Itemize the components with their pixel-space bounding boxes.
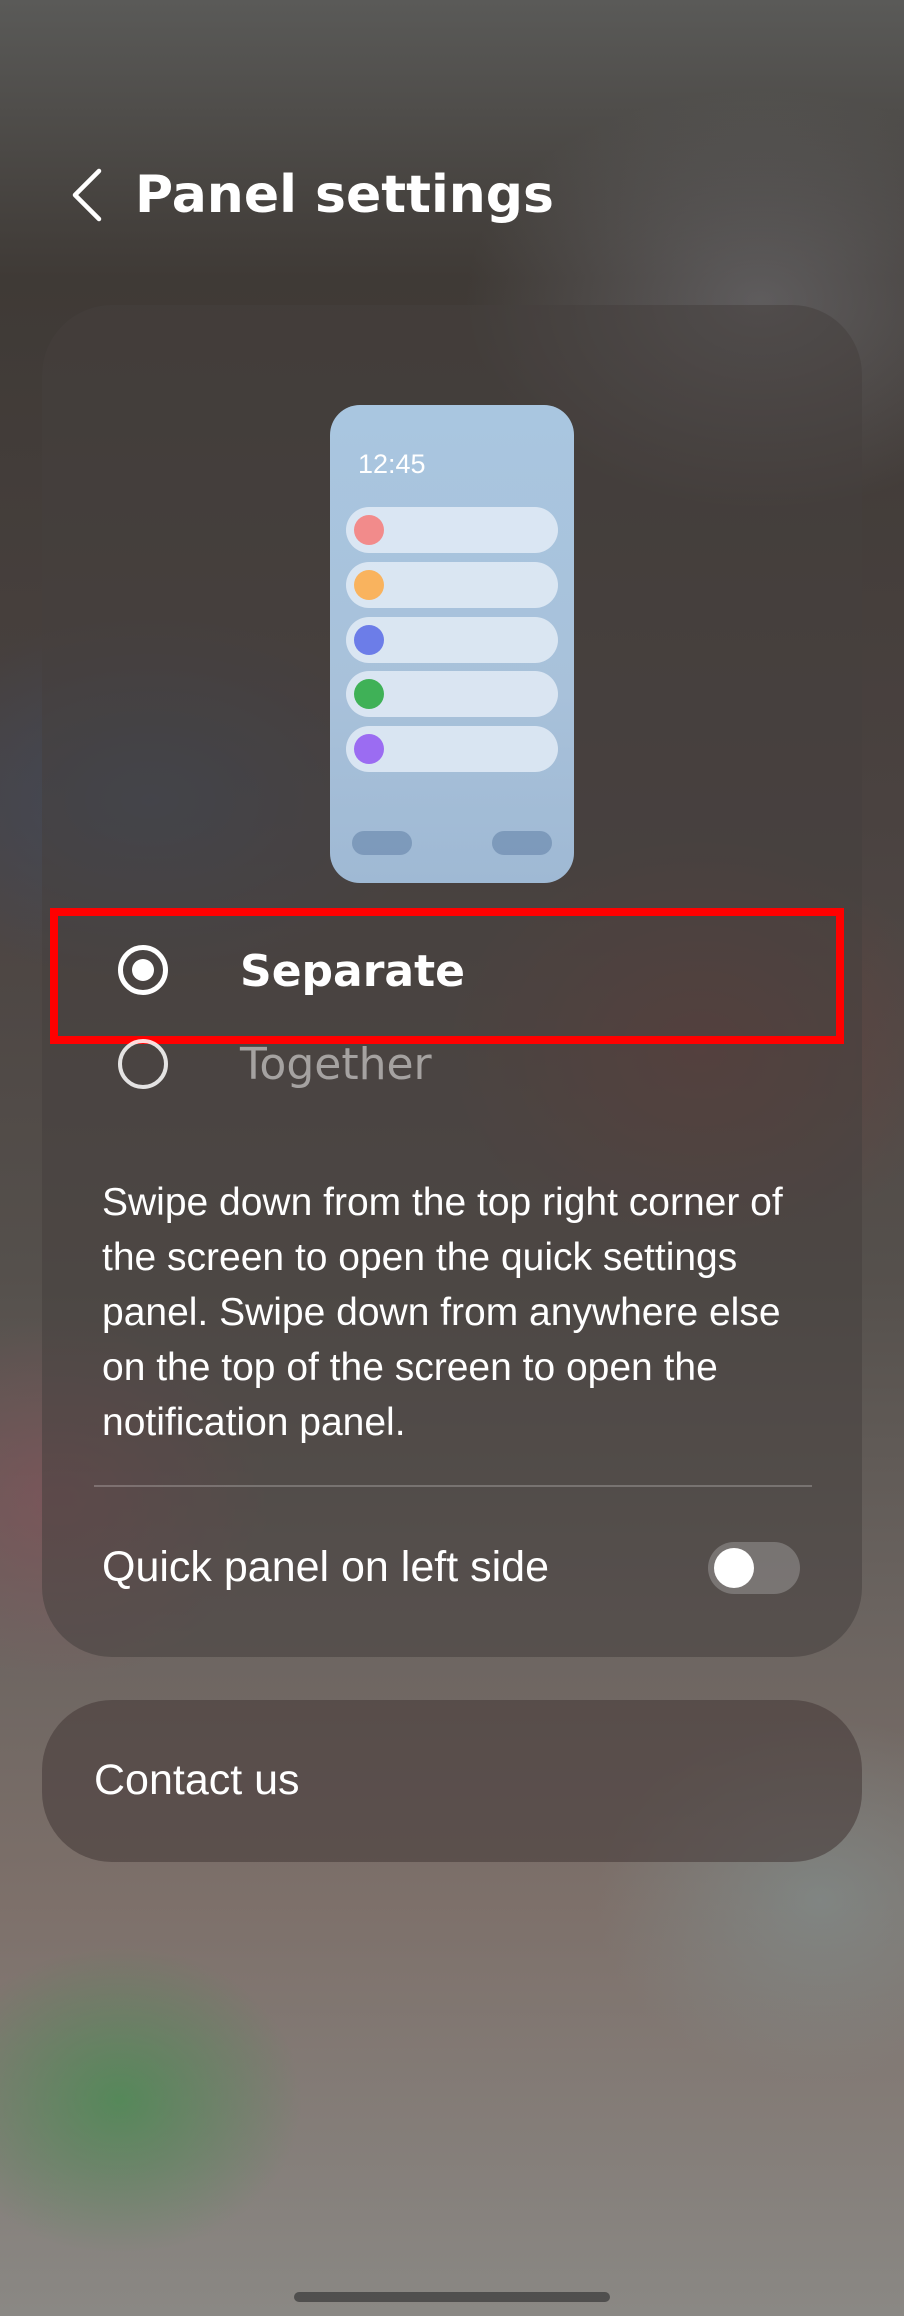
option-label-together: Together	[240, 1039, 432, 1090]
quick-panel-left-row[interactable]: Quick panel on left side	[42, 1517, 862, 1617]
preview-dot	[354, 734, 384, 764]
preview-dot	[354, 679, 384, 709]
page-title: Panel settings	[135, 165, 554, 225]
panel-settings-card: 12:45 Separate Together Swipe down from …	[42, 305, 862, 1657]
back-button[interactable]	[52, 160, 122, 230]
preview-row	[346, 671, 558, 717]
radio-dot	[132, 959, 154, 981]
preview-row	[346, 507, 558, 553]
preview-row	[346, 617, 558, 663]
contact-us-label: Contact us	[94, 1756, 300, 1804]
preview-row	[346, 562, 558, 608]
header: Panel settings	[0, 150, 904, 240]
quick-panel-left-toggle[interactable]	[708, 1542, 800, 1594]
preview-dot	[354, 570, 384, 600]
divider	[94, 1485, 812, 1487]
option-label-separate: Separate	[240, 946, 465, 997]
toggle-knob	[714, 1548, 754, 1588]
preview-time: 12:45	[358, 449, 426, 479]
preview-pill-left	[352, 831, 412, 855]
option-together[interactable]: Together	[42, 1017, 862, 1117]
radio-selected-icon[interactable]	[118, 945, 168, 995]
preview-pill-right	[492, 831, 552, 855]
radio-unselected-icon[interactable]	[118, 1039, 168, 1089]
option-separate[interactable]: Separate	[42, 905, 862, 1044]
quick-panel-left-label: Quick panel on left side	[102, 1543, 549, 1591]
preview-row	[346, 726, 558, 772]
description-text: Swipe down from the top right corner of …	[102, 1181, 783, 1444]
panel-preview-image: 12:45	[330, 405, 574, 883]
preview-dot	[354, 515, 384, 545]
chevron-left-icon	[72, 168, 102, 222]
home-indicator[interactable]	[294, 2292, 610, 2302]
preview-dot	[354, 625, 384, 655]
contact-us-button[interactable]: Contact us	[42, 1700, 862, 1862]
